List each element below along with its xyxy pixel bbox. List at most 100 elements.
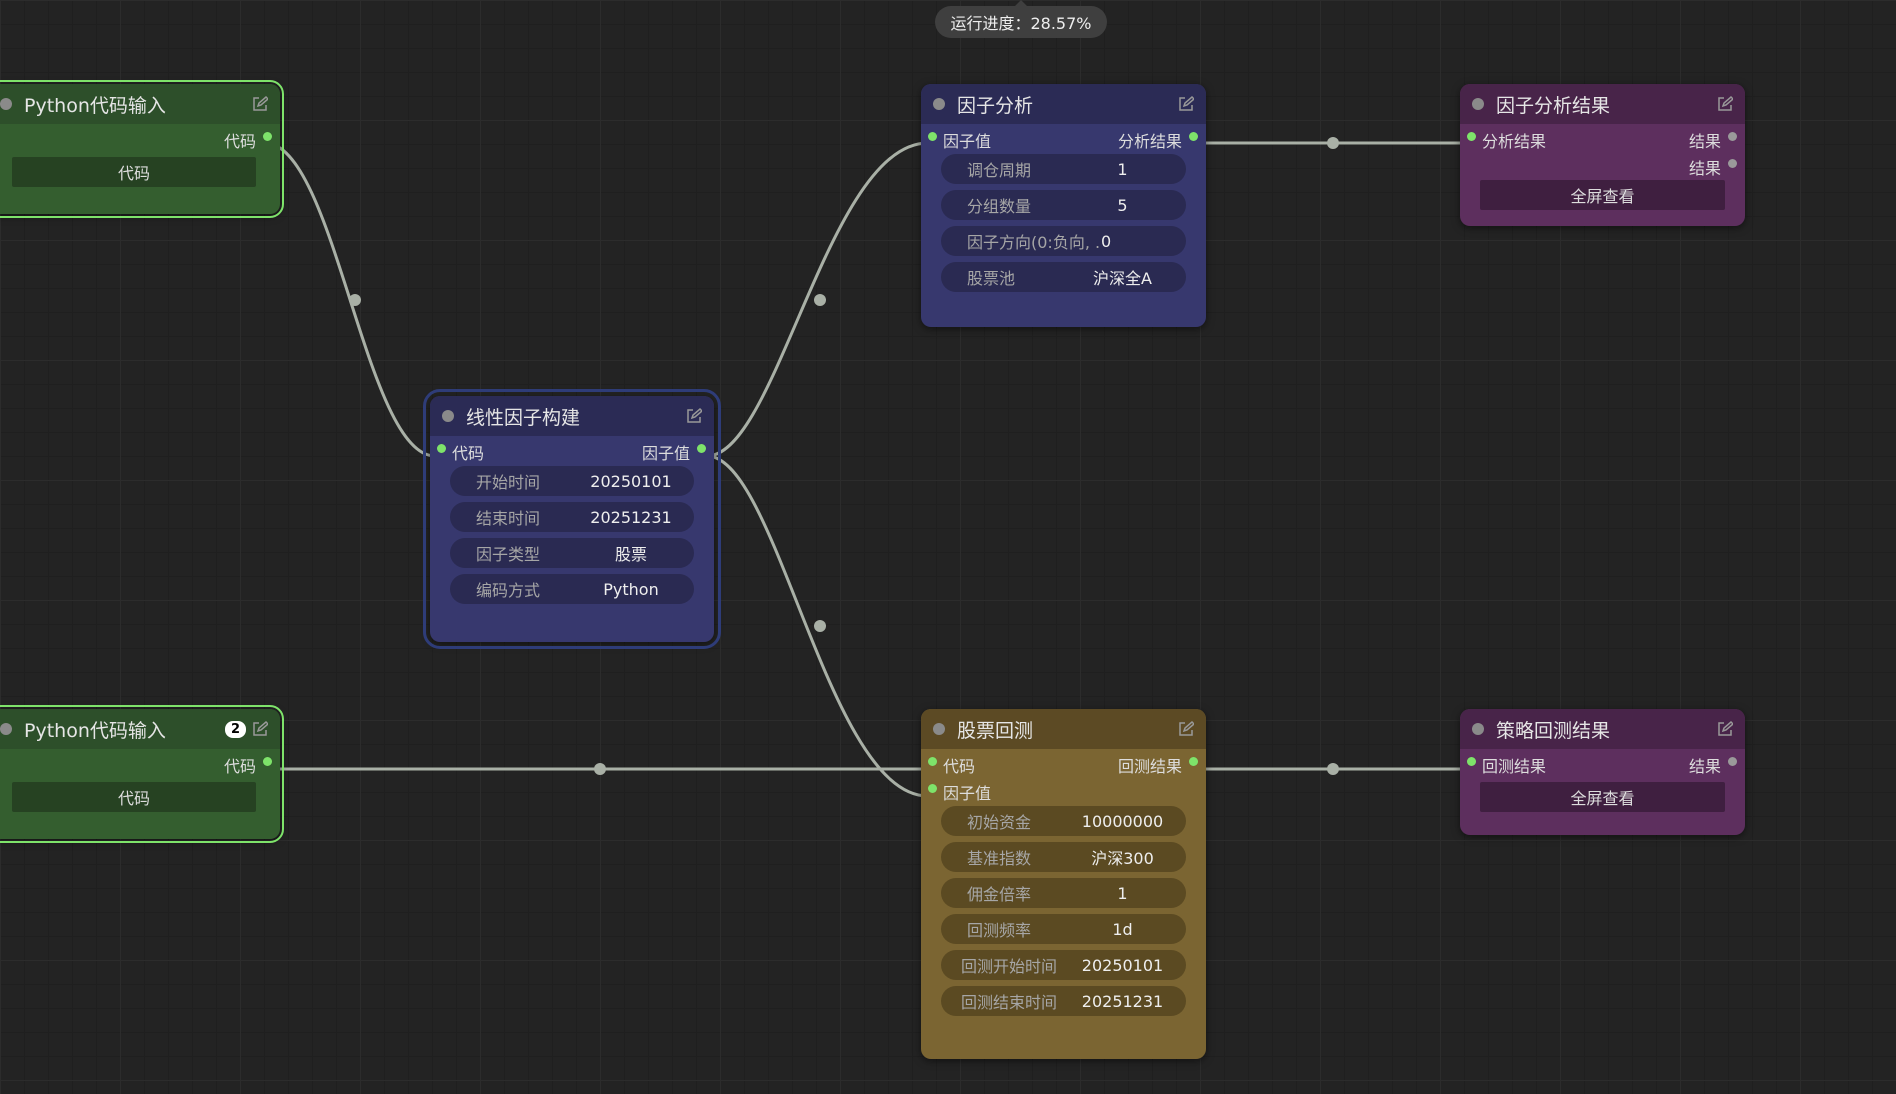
edit-icon[interactable] xyxy=(1178,96,1194,112)
node-stock-backtest[interactable]: 股票回测 代码 回测结果 因子值 初始资金 10000000 基准指数 沪深30… xyxy=(921,709,1206,1059)
output-slot-label: 结果 xyxy=(1688,159,1721,178)
widget-value: 1 xyxy=(1117,159,1128,179)
node-title-bar[interactable]: 因子分析 xyxy=(921,84,1206,124)
output-slot-label: 回测结果 xyxy=(1117,757,1182,776)
io-slot-row[interactable]: 因子值 xyxy=(921,776,1206,803)
output-pin[interactable] xyxy=(1728,757,1737,766)
widget-label: 回测频率 xyxy=(967,921,1032,940)
widget-factor-type[interactable]: 因子类型 股票 xyxy=(450,538,694,568)
node-python-input-2[interactable]: Python代码输入 2 代码 代码 xyxy=(0,705,284,843)
io-slot-row[interactable]: 代码 回测结果 xyxy=(921,749,1206,776)
input-pin[interactable] xyxy=(1467,132,1476,141)
fullscreen-view-button[interactable]: 全屏查看 xyxy=(1480,782,1725,812)
widget-label: 基准指数 xyxy=(967,849,1032,868)
link-midpoint xyxy=(1327,763,1339,775)
link-midpoint xyxy=(349,294,361,306)
output-slot-label: 因子值 xyxy=(641,444,690,463)
input-slot-label: 因子值 xyxy=(943,784,992,803)
widget-label: 分组数量 xyxy=(967,197,1032,216)
output-pin[interactable] xyxy=(263,757,272,766)
io-slot-row[interactable]: 回测结果 结果 xyxy=(1460,749,1745,776)
input-pin[interactable] xyxy=(928,757,937,766)
run-progress-label: 运行进度：28.57% xyxy=(950,14,1092,33)
widget-rebalance-period[interactable]: 调仓周期 1 xyxy=(941,154,1186,184)
slot-label: 代码 xyxy=(223,132,256,151)
node-title-bar[interactable]: 线性因子构建 xyxy=(430,396,714,436)
node-title: 线性因子构建 xyxy=(466,406,581,429)
widget-label: 结束时间 xyxy=(476,509,541,528)
io-slot-row[interactable]: 结果 xyxy=(1460,151,1745,178)
io-slot-row[interactable]: 代码 因子值 xyxy=(430,436,714,463)
node-title-bar[interactable]: 因子分析结果 xyxy=(1460,84,1745,124)
output-slot-code[interactable]: 代码 xyxy=(0,124,280,151)
edit-icon[interactable] xyxy=(252,96,268,112)
widget-commission[interactable]: 佣金倍率 1 xyxy=(941,878,1186,908)
fullscreen-view-button[interactable]: 全屏查看 xyxy=(1480,180,1725,210)
collapse-dot-icon[interactable] xyxy=(1472,723,1484,735)
input-slot-label: 回测结果 xyxy=(1482,757,1547,776)
input-pin[interactable] xyxy=(928,784,937,793)
code-button[interactable]: 代码 xyxy=(12,782,256,812)
widget-backtest-start[interactable]: 回测开始时间 20250101 xyxy=(941,950,1186,980)
node-factor-analysis[interactable]: 因子分析 因子值 分析结果 调仓周期 1 分组数量 5 因子方向(0:负向, .… xyxy=(921,84,1206,327)
widget-factor-direction[interactable]: 因子方向(0:负向, ... 0 xyxy=(941,226,1186,256)
output-pin[interactable] xyxy=(263,132,272,141)
widget-start-date[interactable]: 开始时间 20250101 xyxy=(450,466,694,496)
output-pin[interactable] xyxy=(1189,757,1198,766)
input-pin[interactable] xyxy=(928,132,937,141)
widget-stock-pool[interactable]: 股票池 沪深全A xyxy=(941,262,1186,292)
node-strategy-result[interactable]: 策略回测结果 回测结果 结果 全屏查看 xyxy=(1460,709,1745,835)
edit-icon[interactable] xyxy=(1178,721,1194,737)
widget-value: 股票 xyxy=(614,545,647,564)
collapse-dot-icon[interactable] xyxy=(0,723,12,735)
io-slot-row[interactable]: 因子值 分析结果 xyxy=(921,124,1206,151)
widget-label: 回测开始时间 xyxy=(961,957,1058,976)
collapse-dot-icon[interactable] xyxy=(442,410,454,422)
widget-benchmark[interactable]: 基准指数 沪深300 xyxy=(941,842,1186,872)
input-slot-label: 代码 xyxy=(943,757,976,776)
edit-icon[interactable] xyxy=(1717,721,1733,737)
node-title-bar[interactable]: Python代码输入 xyxy=(0,84,280,124)
widget-label: 调仓周期 xyxy=(967,161,1032,180)
link-midpoint xyxy=(814,620,826,632)
node-linear-factor[interactable]: 线性因子构建 代码 因子值 开始时间 20250101 结束时间 2025123… xyxy=(423,389,721,649)
node-factor-analysis-result[interactable]: 因子分析结果 分析结果 结果 结果 全屏查看 xyxy=(1460,84,1745,226)
node-title-bar[interactable]: 策略回测结果 xyxy=(1460,709,1745,749)
output-pin[interactable] xyxy=(1189,132,1198,141)
edit-icon[interactable] xyxy=(252,721,268,737)
node-title: 股票回测 xyxy=(957,719,1034,742)
input-pin[interactable] xyxy=(437,444,446,453)
node-title-bar[interactable]: 股票回测 xyxy=(921,709,1206,749)
widget-initial-capital[interactable]: 初始资金 10000000 xyxy=(941,806,1186,836)
link-midpoint xyxy=(814,294,826,306)
edit-icon[interactable] xyxy=(686,408,702,424)
collapse-dot-icon[interactable] xyxy=(1472,98,1484,110)
output-pin[interactable] xyxy=(1728,132,1737,141)
widget-encoding[interactable]: 编码方式 Python xyxy=(450,574,694,604)
widget-label: 股票池 xyxy=(967,269,1016,288)
collapse-dot-icon[interactable] xyxy=(933,723,945,735)
input-slot-label: 代码 xyxy=(452,444,485,463)
node-python-input-1[interactable]: Python代码输入 代码 代码 xyxy=(0,80,284,218)
widget-value: 沪深全A xyxy=(1093,269,1152,288)
node-title: Python代码输入 xyxy=(24,719,166,742)
output-pin[interactable] xyxy=(697,444,706,453)
collapse-dot-icon[interactable] xyxy=(933,98,945,110)
widget-value: 0 xyxy=(1101,231,1112,251)
node-title-bar[interactable]: Python代码输入 2 xyxy=(0,709,280,749)
widget-label: 编码方式 xyxy=(476,581,541,600)
input-slot-label: 分析结果 xyxy=(1482,132,1547,151)
input-slot-label: 因子值 xyxy=(943,132,992,151)
io-slot-row[interactable]: 分析结果 结果 xyxy=(1460,124,1745,151)
input-pin[interactable] xyxy=(1467,757,1476,766)
widget-backtest-end[interactable]: 回测结束时间 20251231 xyxy=(941,986,1186,1016)
widget-end-date[interactable]: 结束时间 20251231 xyxy=(450,502,694,532)
output-slot-code[interactable]: 代码 xyxy=(0,749,280,776)
widget-value: 20250101 xyxy=(1081,955,1164,975)
widget-group-count[interactable]: 分组数量 5 xyxy=(941,190,1186,220)
edit-icon[interactable] xyxy=(1717,96,1733,112)
output-pin[interactable] xyxy=(1728,159,1737,168)
widget-frequency[interactable]: 回测频率 1d xyxy=(941,914,1186,944)
collapse-dot-icon[interactable] xyxy=(0,98,12,110)
code-button[interactable]: 代码 xyxy=(12,157,256,187)
